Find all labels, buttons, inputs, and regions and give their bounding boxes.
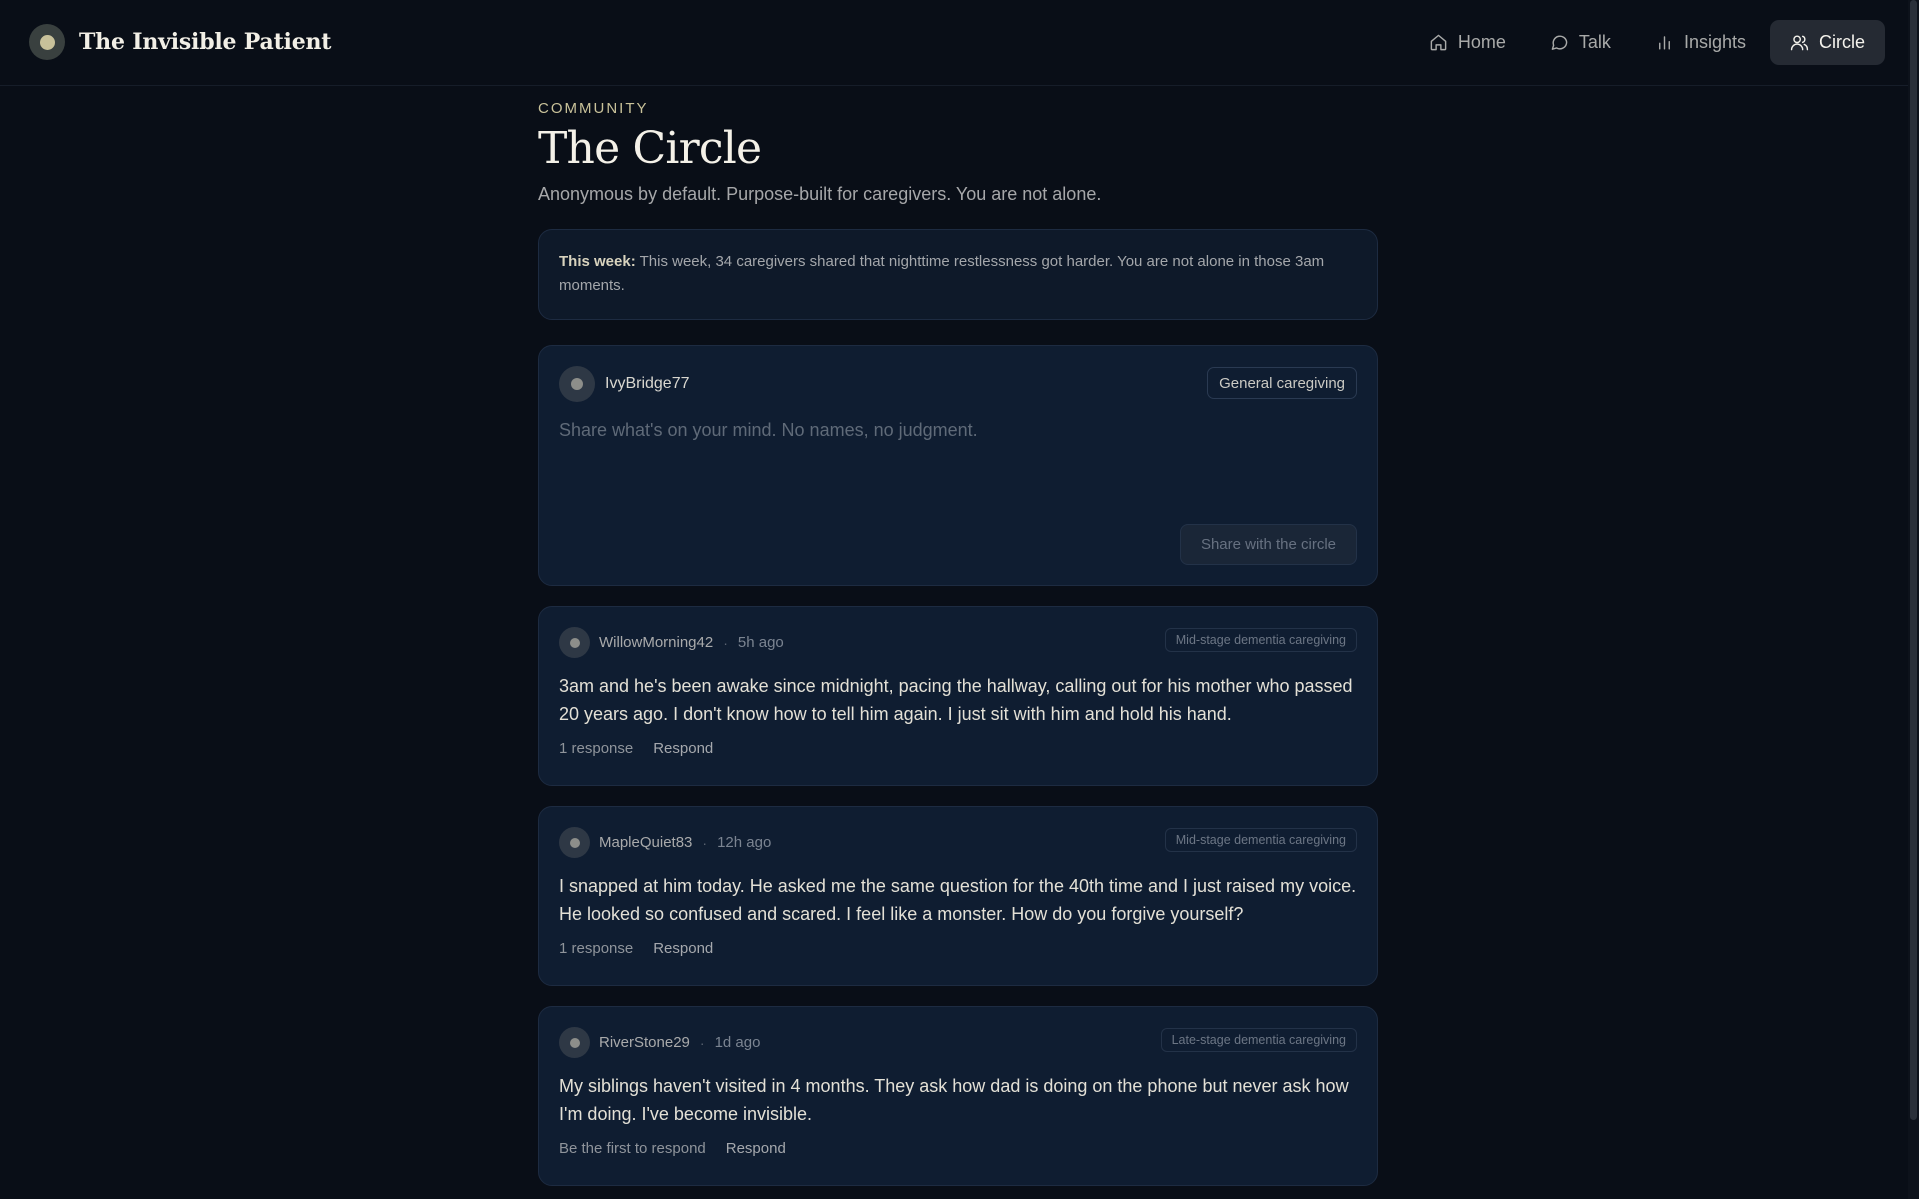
chat-bubble-icon [1551,35,1568,50]
respond-button[interactable]: Respond [653,940,713,957]
nav-talk[interactable]: Talk [1530,20,1631,65]
weekly-insight-banner: This week: This week, 34 caregivers shar… [538,229,1378,320]
page-subtitle: Anonymous by default. Purpose-built for … [538,184,1102,204]
nav-home-label: Home [1457,32,1506,52]
nav-insights[interactable]: Insights [1635,20,1766,65]
post-timestamp: 12h ago [717,834,772,851]
responses-link[interactable]: 1 response [559,940,633,957]
nav-talk-label: Talk [1578,32,1611,52]
brand[interactable]: The Invisible Patient [29,24,331,60]
top-navigation-bar: The Invisible Patient Home Talk Insights… [0,0,1919,86]
scrollbar-thumb[interactable] [1910,0,1917,1120]
post-topic-tag: Late-stage dementia caregiving [1160,1028,1357,1052]
post-card: RiverStone29 · 1d ago Late-stage dementi… [538,1006,1378,1186]
nav-home[interactable]: Home [1409,20,1526,65]
home-icon [1430,34,1447,51]
post-username: MapleQuiet83 [599,834,693,851]
main-content: COMMUNITY The Circle Anonymous by defaul… [538,100,1378,1186]
nav-circle[interactable]: Circle [1769,20,1885,65]
post-body: I snapped at him today. He asked me the … [559,876,1357,924]
post-card: MapleQuiet83 · 12h ago Mid-stage dementi… [538,806,1378,986]
post-username: RiverStone29 [599,1034,690,1051]
banner-label: This week: [559,253,636,270]
post-card: WillowMorning42 · 5h ago Mid-stage demen… [538,606,1378,786]
post-footer: Be the first to respond Respond [559,1140,1357,1157]
respond-button[interactable]: Respond [726,1140,786,1157]
page-eyebrow: COMMUNITY [538,100,649,117]
post-timestamp: 1d ago [714,1034,761,1051]
brand-logo-icon [29,24,65,60]
post-timestamp: 5h ago [737,634,784,651]
post-text-input[interactable]: Share what's on your mind. No names, no … [559,420,1357,508]
composer-username: IvyBridge77 [605,375,690,392]
responses-link[interactable]: 1 response [559,740,633,757]
nav-insights-label: Insights [1683,32,1746,52]
post-footer: 1 response Respond [559,740,1357,757]
main-nav: Home Talk Insights Circle [1405,20,1885,65]
separator: · [699,1034,705,1051]
page-title: The Circle [538,123,762,174]
separator: · [723,634,728,651]
post-username: WillowMorning42 [599,634,714,651]
post-body: My siblings haven't visited in 4 months.… [559,1076,1349,1124]
post-body: 3am and he's been awake since midnight, … [559,676,1353,724]
topic-select[interactable]: General caregiving [1207,367,1357,399]
separator: · [702,834,708,851]
app-name: The Invisible Patient [79,29,332,55]
avatar [559,627,590,658]
banner-text: This week, 34 caregivers shared that nig… [559,253,1325,294]
avatar [559,827,590,858]
page-scrollbar[interactable] [1908,0,1919,1199]
post-topic-tag: Mid-stage dementia caregiving [1164,828,1357,852]
responses-link[interactable]: Be the first to respond [559,1140,706,1157]
share-button[interactable]: Share with the circle [1179,524,1357,565]
nav-circle-label: Circle [1818,32,1865,52]
bar-chart-icon [1658,36,1670,50]
avatar [559,366,595,402]
respond-button[interactable]: Respond [653,740,713,757]
post-composer: IvyBridge77 General caregiving Share wha… [538,345,1378,586]
post-footer: 1 response Respond [559,940,1357,957]
avatar [559,1027,590,1058]
users-icon [1790,35,1809,51]
post-topic-tag: Mid-stage dementia caregiving [1164,628,1357,652]
